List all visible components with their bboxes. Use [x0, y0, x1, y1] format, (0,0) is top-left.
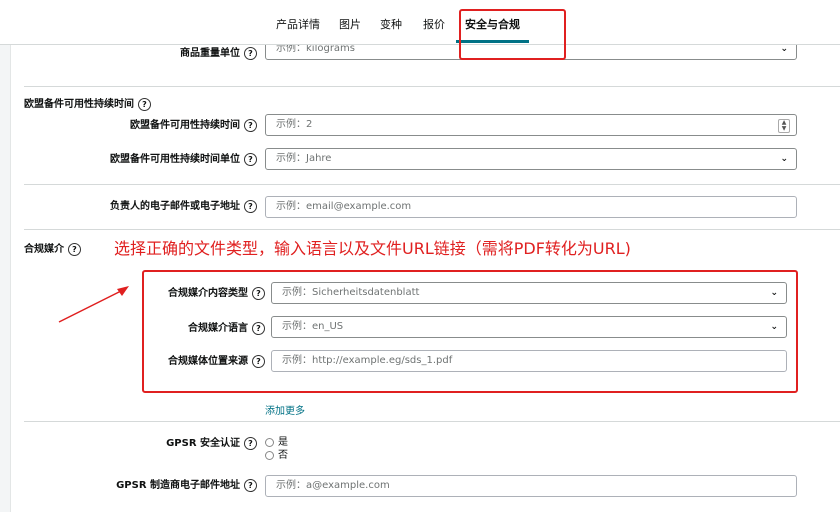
eu-spare-parts-unit-select[interactable]: 示例：Jahre ⌄: [265, 148, 797, 170]
eu-spare-parts-duration-input[interactable]: 示例：2 ▲ ▼: [265, 114, 797, 136]
divider: [24, 184, 840, 185]
eu-spare-parts-section-title: 欧盟备件可用性持续时间?: [24, 95, 151, 111]
eu-spare-parts-duration-label: 欧盟备件可用性持续时间?: [130, 116, 257, 132]
add-more-link[interactable]: 添加更多: [265, 402, 305, 417]
chevron-down-icon: ⌄: [770, 288, 778, 298]
media-source-input[interactable]: 示例：http://example.eg/sds_1.pdf: [271, 350, 787, 372]
help-icon[interactable]: ?: [244, 46, 257, 60]
stepper-icon[interactable]: ▲ ▼: [778, 119, 790, 133]
gpsr-email-input[interactable]: 示例：a@example.com: [265, 475, 797, 497]
help-icon[interactable]: ?: [68, 242, 81, 256]
content-type-label: 合规媒介内容类型?: [168, 284, 265, 300]
help-icon[interactable]: ?: [138, 97, 151, 111]
eu-spare-parts-unit-label: 欧盟备件可用性持续时间单位?: [110, 150, 257, 166]
responsible-email-label: 负责人的电子邮件或电子地址?: [110, 197, 257, 213]
help-icon[interactable]: ?: [252, 286, 265, 300]
left-rail: [0, 44, 11, 512]
tab-images[interactable]: 图片: [339, 16, 361, 32]
media-source-label: 合规媒体位置来源?: [168, 352, 265, 368]
help-icon[interactable]: ?: [244, 478, 257, 492]
help-icon[interactable]: ?: [244, 199, 257, 213]
compliance-media-section-title: 合规媒介?: [24, 240, 81, 256]
media-language-select[interactable]: 示例：en_US ⌄: [271, 316, 787, 338]
divider: [24, 421, 840, 422]
chevron-down-icon: ⌄: [780, 154, 788, 164]
content-type-select[interactable]: 示例：Sicherheitsdatenblatt ⌄: [271, 282, 787, 304]
instruction-annotation: 选择正确的文件类型，输入语言以及文件URL链接（需将PDF转化为URL): [114, 239, 631, 258]
divider: [24, 229, 840, 230]
help-icon[interactable]: ?: [244, 118, 257, 132]
help-icon[interactable]: ?: [252, 354, 265, 368]
chevron-down-icon: ⌄: [770, 322, 778, 332]
tab-product-details[interactable]: 产品详情: [276, 16, 320, 32]
responsible-email-input[interactable]: 示例：email@example.com: [265, 196, 797, 218]
divider: [24, 86, 840, 87]
gpsr-email-label: GPSR 制造商电子邮件地址?: [116, 476, 257, 492]
red-arrow-icon: [58, 286, 129, 323]
radio-circle-icon[interactable]: [265, 450, 274, 460]
tab-bar: 产品详情 图片 变种 报价 安全与合规: [0, 0, 840, 45]
help-icon[interactable]: ?: [252, 321, 265, 335]
gpsr-cert-label: GPSR 安全认证?: [166, 434, 257, 450]
net-weight-unit-label: 商品重量单位?: [180, 44, 257, 60]
gpsr-cert-no-radio[interactable]: 否: [265, 446, 288, 461]
help-icon[interactable]: ?: [244, 152, 257, 166]
tab-offer[interactable]: 报价: [423, 16, 445, 32]
help-icon[interactable]: ?: [244, 436, 257, 450]
media-language-label: 合规媒介语言?: [188, 319, 265, 335]
tab-highlight-box: [459, 9, 566, 60]
tab-variations[interactable]: 变种: [380, 16, 402, 32]
